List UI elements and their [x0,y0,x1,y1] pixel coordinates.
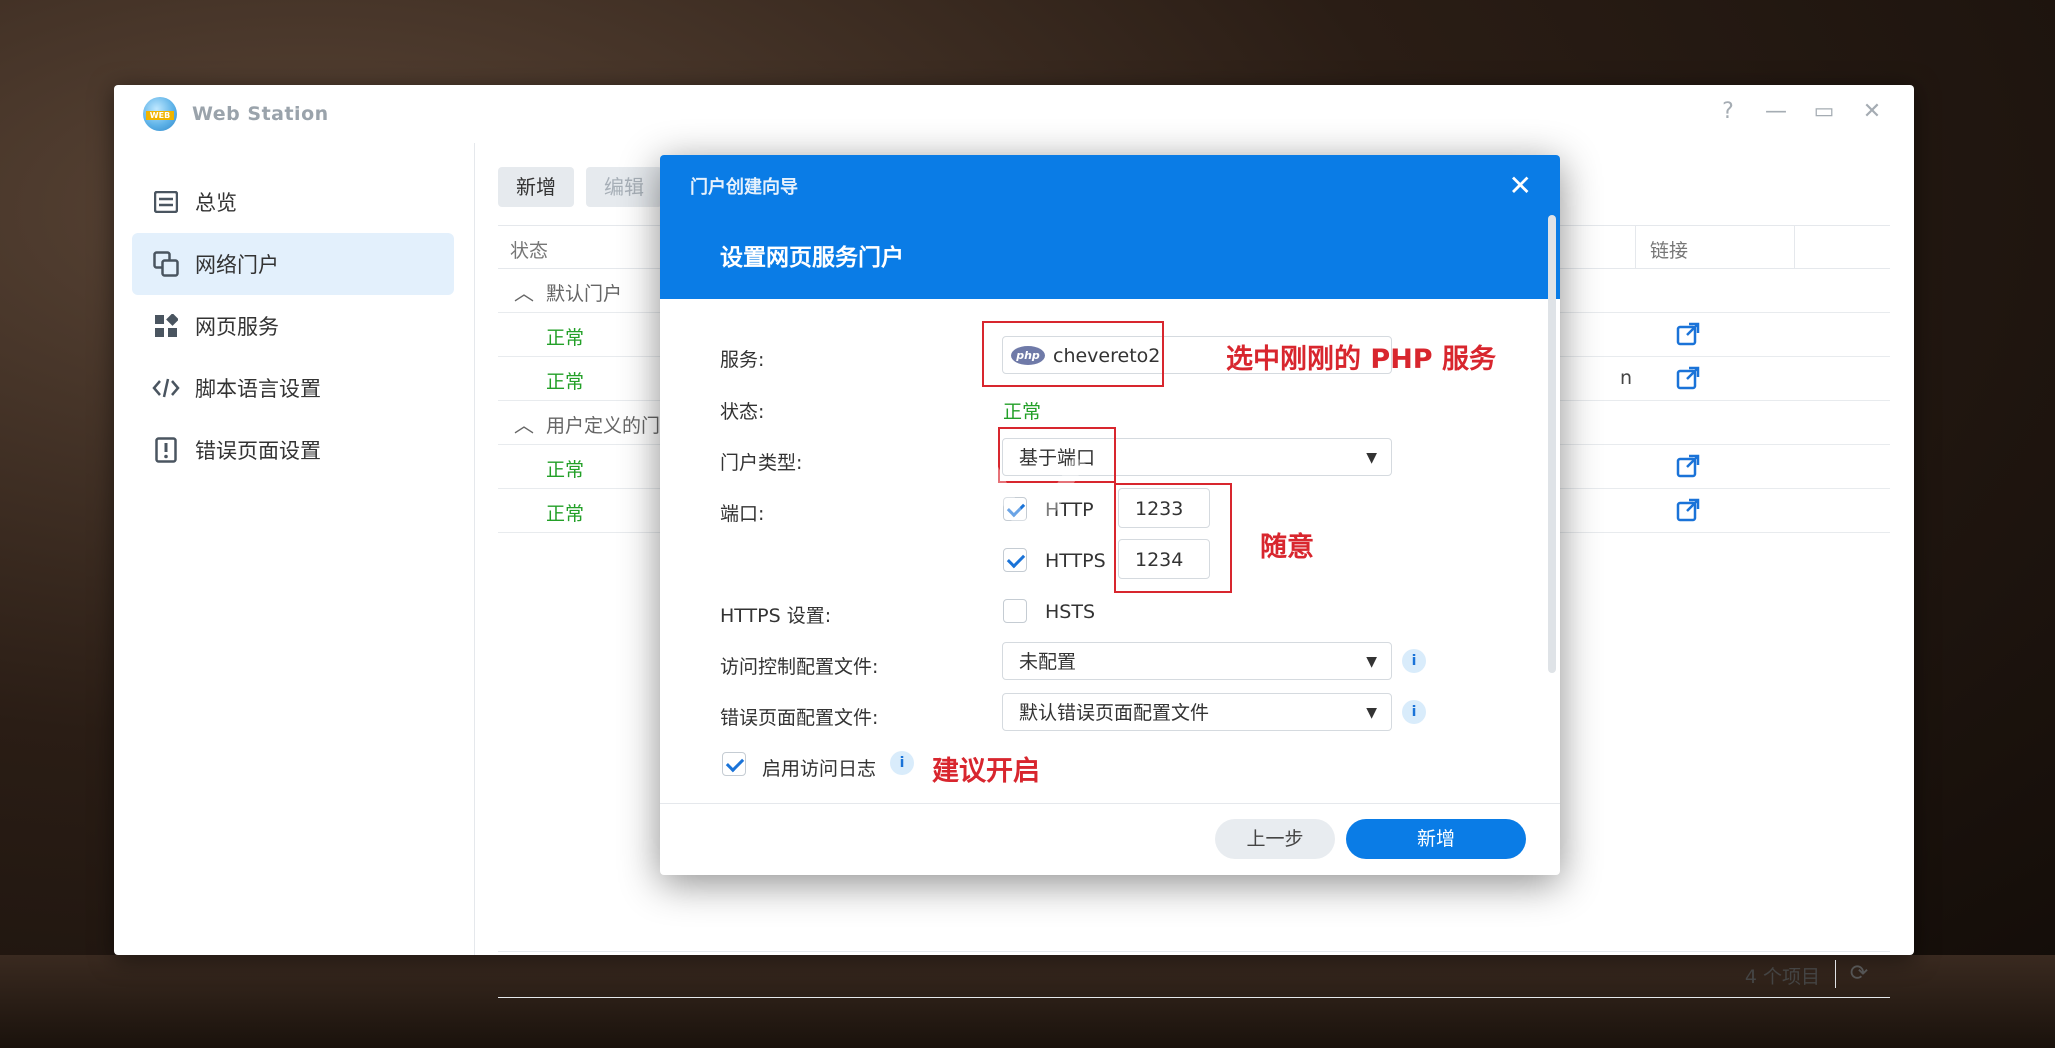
status-ok: 正常 [546,459,585,481]
sidebar-item-label: 网页服务 [195,315,279,339]
sidebar-item-label: 总览 [195,191,237,215]
info-icon[interactable]: i [890,751,914,775]
annotation-box-service [982,321,1164,387]
https-settings-label: HTTPS 设置: [720,605,832,627]
sidebar-item-error-page[interactable]: 错误页面设置 [132,419,454,481]
portal-icon [152,250,180,278]
close-icon[interactable]: ✕ [1860,97,1884,127]
overview-icon [152,188,180,216]
access-control-select[interactable]: 未配置 ▼ [1002,642,1392,680]
dialog-header: 门户创建向导 设置网页服务门户 ✕ [660,155,1560,299]
web-service-icon [152,312,180,340]
status-ok: 正常 [546,327,585,349]
dialog-title: 门户创建向导 [690,177,798,198]
chevron-up-icon[interactable]: ︿ [514,277,534,306]
help-icon[interactable]: ? [1716,97,1740,127]
window-title: Web Station [192,103,329,125]
external-link-icon[interactable] [1675,365,1701,391]
error-page-select[interactable]: 默认错误页面配置文件 ▼ [1002,693,1392,731]
status-ok: 正常 [546,371,585,393]
external-link-icon[interactable] [1675,453,1701,479]
chevron-down-icon: ▼ [1366,705,1377,721]
info-icon[interactable]: i [1402,700,1426,724]
info-icon[interactable]: i [1402,649,1426,673]
add-button[interactable]: 新增 [498,167,574,207]
window-titlebar[interactable]: WEB Web Station ? — ▭ ✕ [114,85,1914,143]
maximize-icon[interactable]: ▭ [1812,97,1836,127]
annotation-log-note: 建议开启 [932,756,1040,787]
port-label: 端口: [720,503,765,525]
access-control-label: 访问控制配置文件: [720,656,879,678]
sidebar-item-script-language[interactable]: 脚本语言设置 [132,357,454,419]
access-log-label: 启用访问日志 [762,758,877,780]
chevron-down-icon: ▼ [1366,654,1377,670]
watermark-logo [883,414,1086,603]
sidebar-item-web-service[interactable]: 网页服务 [132,295,454,357]
status-label: 状态: [720,401,765,423]
sidebar-item-overview[interactable]: 总览 [132,171,454,233]
portal-type-label: 门户类型: [720,452,803,474]
web-station-logo-icon: WEB [143,97,177,131]
truncated-cell: n [1620,367,1633,389]
sidebar-item-label: 错误页面设置 [195,439,321,463]
dialog-subtitle: 设置网页服务门户 [720,245,904,271]
external-link-icon[interactable] [1675,321,1701,347]
error-page-value: 默认错误页面配置文件 [1019,702,1210,724]
item-count: 4 个项目 [1744,966,1820,988]
add-portal-button[interactable]: 新增 [1346,819,1526,859]
chevron-down-icon: ▼ [1366,450,1377,466]
column-header-status[interactable]: 状态 [510,236,548,263]
sidebar-item-portal[interactable]: 网络门户 [132,233,454,295]
annotation-service-note: 选中刚刚的 PHP 服务 [1226,344,1496,375]
sidebar-item-label: 脚本语言设置 [195,377,321,401]
window-controls: ? — ▭ ✕ [1716,97,1884,127]
error-page-label: 错误页面配置文件: [720,707,879,729]
annotation-port-note: 随意 [1260,532,1314,563]
access-log-checkbox[interactable] [722,752,746,776]
external-link-icon[interactable] [1675,497,1701,523]
sidebar: 总览 网络门户 网页服务 脚本语言设置 错误页面设置 [114,143,475,955]
service-label: 服务: [720,349,765,371]
code-icon [152,374,180,402]
dialog-scrollbar[interactable] [1548,215,1556,673]
status-ok: 正常 [546,503,585,525]
sidebar-item-label: 网络门户 [195,253,279,277]
dialog-close-icon[interactable]: ✕ [1509,169,1532,202]
chevron-up-icon[interactable]: ︿ [514,409,534,438]
column-header-link[interactable]: 链接 [1650,236,1688,263]
access-control-value: 未配置 [1019,651,1077,673]
edit-button[interactable]: 编辑 [586,167,662,207]
refresh-icon[interactable]: ⟳ [1846,961,1872,987]
table-footer: 4 个项目 ⟳ [498,951,1890,998]
dialog-footer: 上一步 新增 [660,803,1560,875]
minimize-icon[interactable]: — [1764,97,1788,127]
previous-button[interactable]: 上一步 [1215,819,1335,859]
error-page-icon [152,436,180,464]
